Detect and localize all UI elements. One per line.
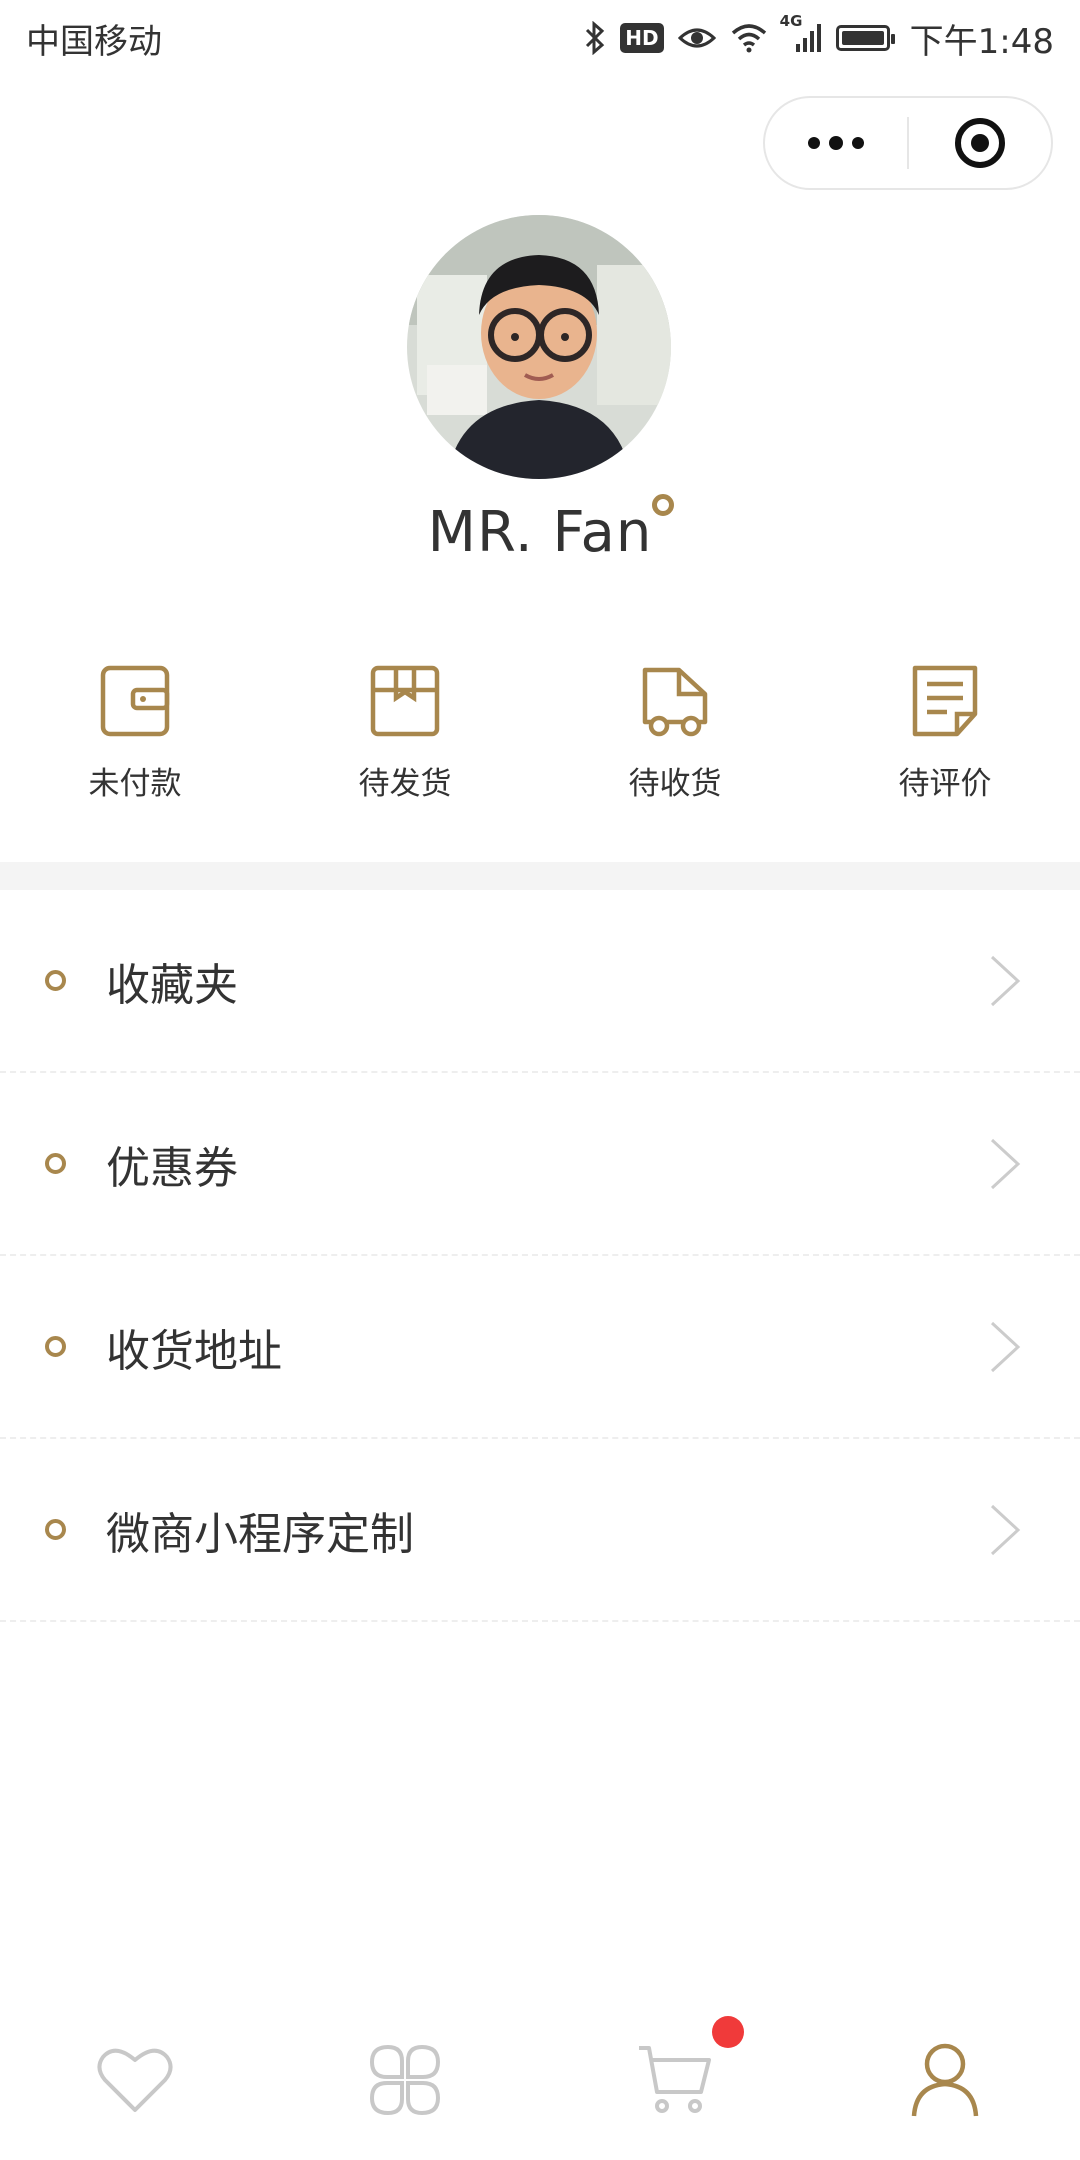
bullet-dot-icon bbox=[45, 970, 66, 991]
order-label: 待发货 bbox=[358, 766, 452, 802]
status-icons: HD 4G 下午1:48 bbox=[584, 12, 1054, 63]
menu-item-label: 微商小程序定制 bbox=[106, 1508, 414, 1560]
bullet-dot-icon bbox=[45, 1153, 66, 1174]
more-dots-icon bbox=[808, 136, 864, 150]
delivery-truck-icon bbox=[635, 660, 715, 740]
hd-badge: HD bbox=[620, 23, 664, 53]
menu-item-coupons[interactable]: 优惠券 bbox=[0, 1073, 1080, 1256]
order-label: 待评价 bbox=[898, 766, 992, 802]
tab-favorites[interactable] bbox=[0, 2000, 270, 2160]
menu-list: 收藏夹 优惠券 收货地址 微商小程序定制 bbox=[0, 890, 1080, 1622]
more-options-button[interactable] bbox=[765, 98, 907, 188]
package-icon bbox=[365, 660, 445, 740]
chevron-right-icon bbox=[990, 955, 1021, 1006]
carrier-label: 中国移动 bbox=[26, 21, 162, 62]
close-mini-program-button[interactable] bbox=[909, 98, 1051, 188]
tab-cart[interactable] bbox=[540, 2000, 810, 2160]
chevron-right-icon bbox=[990, 1138, 1021, 1189]
order-status-row: 未付款 待发货 待收货 待评价 bbox=[0, 660, 1080, 830]
battery-icon bbox=[835, 25, 895, 51]
order-to-receive[interactable]: 待收货 bbox=[540, 660, 810, 830]
review-note-icon bbox=[905, 660, 985, 740]
order-label: 待收货 bbox=[628, 766, 722, 802]
user-icon bbox=[911, 2043, 979, 2117]
section-divider bbox=[0, 862, 1080, 890]
wallet-icon bbox=[95, 660, 175, 740]
online-status-dot bbox=[652, 494, 674, 516]
network-type: 4G bbox=[779, 12, 803, 30]
bottom-tab-bar bbox=[0, 2000, 1080, 2160]
signal-icon: 4G bbox=[780, 12, 822, 54]
tab-profile[interactable] bbox=[810, 2000, 1080, 2160]
order-to-review[interactable]: 待评价 bbox=[810, 660, 1080, 830]
chevron-right-icon bbox=[990, 1504, 1021, 1555]
heart-icon bbox=[97, 2048, 173, 2112]
cart-badge bbox=[712, 2016, 744, 2048]
menu-item-label: 收藏夹 bbox=[106, 959, 238, 1011]
profile-page: 中国移动 HD 4G 下午1:48 MR. Fan 未付款 待发货 待收货 待评… bbox=[0, 0, 1080, 2160]
eye-icon bbox=[677, 24, 716, 52]
menu-item-address[interactable]: 收货地址 bbox=[0, 1256, 1080, 1439]
clover-grid-icon bbox=[369, 2044, 441, 2116]
order-to-ship[interactable]: 待发货 bbox=[270, 660, 540, 830]
avatar[interactable] bbox=[407, 215, 671, 479]
order-label: 未付款 bbox=[88, 766, 182, 802]
menu-item-label: 收货地址 bbox=[106, 1325, 282, 1377]
status-bar: 中国移动 HD 4G 下午1:48 bbox=[0, 0, 1080, 76]
order-unpaid[interactable]: 未付款 bbox=[0, 660, 270, 830]
mini-program-capsule bbox=[763, 96, 1053, 190]
wifi-icon bbox=[730, 23, 768, 53]
menu-item-favorites[interactable]: 收藏夹 bbox=[0, 890, 1080, 1073]
menu-item-custom-mini-program[interactable]: 微商小程序定制 bbox=[0, 1439, 1080, 1622]
target-circle-icon bbox=[955, 118, 1005, 168]
bullet-dot-icon bbox=[45, 1519, 66, 1540]
bullet-dot-icon bbox=[45, 1336, 66, 1357]
bluetooth-icon bbox=[584, 21, 606, 55]
tab-categories[interactable] bbox=[270, 2000, 540, 2160]
clock: 下午1:48 bbox=[909, 21, 1054, 62]
chevron-right-icon bbox=[990, 1321, 1021, 1372]
menu-item-label: 优惠券 bbox=[106, 1142, 238, 1194]
cart-icon bbox=[639, 2046, 711, 2113]
username: MR. Fan bbox=[427, 500, 653, 565]
